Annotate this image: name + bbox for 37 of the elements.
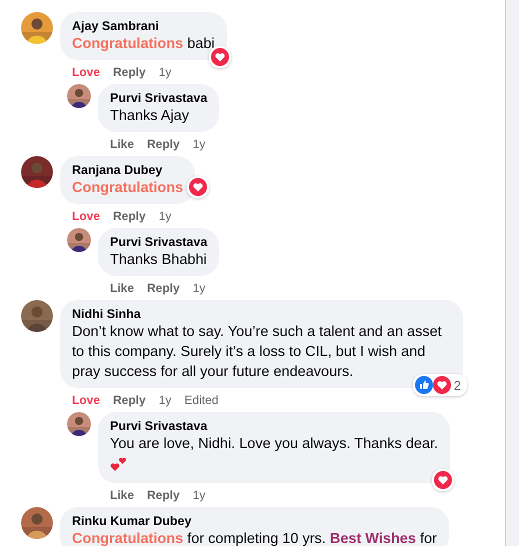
reply-link[interactable]: Reply: [147, 487, 180, 503]
comment-text: Congratulations for completing 10 yrs. Best Wishes for: [72, 530, 437, 546]
comment-text: You are love, Nidhi. Love you always. Thanks dear.: [110, 435, 438, 454]
author-name: Purvi Srivastava: [110, 90, 208, 106]
author-name: Purvi Srivastava: [110, 234, 208, 250]
reaction-count: 2: [452, 378, 462, 392]
thumbs-up-icon: [414, 376, 433, 394]
author-name: Ranjana Dubey: [72, 162, 164, 178]
comment-text: Thanks Ajay: [110, 107, 190, 126]
timestamp: 1y: [192, 487, 206, 503]
author-name: Rinku Kumar Dubey: [72, 513, 192, 529]
comment-text: Congratulations babi: [72, 35, 215, 54]
react-link[interactable]: Like: [110, 280, 134, 296]
react-link[interactable]: Love: [72, 392, 100, 408]
timestamp: 1y: [158, 64, 172, 80]
react-link[interactable]: Love: [72, 208, 100, 224]
reply-link[interactable]: Reply: [113, 208, 146, 224]
reply-link[interactable]: Reply: [113, 392, 146, 408]
comment-text: Congratulations: [72, 179, 184, 198]
timestamp: 1y: [158, 392, 172, 408]
reaction-badge[interactable]: [187, 176, 210, 198]
reply-link[interactable]: Reply: [147, 136, 180, 152]
author-name: Purvi Srivastava: [110, 418, 208, 434]
react-link[interactable]: Like: [110, 487, 134, 503]
reply-link[interactable]: Reply: [113, 64, 146, 80]
timestamp: 1y: [192, 280, 206, 296]
reaction-badge[interactable]: 2: [412, 374, 467, 396]
timestamp: 1y: [192, 136, 206, 152]
comment-text: Thanks Bhabhi: [110, 251, 208, 270]
timestamp: Edited: [184, 392, 218, 408]
reply-link[interactable]: Reply: [147, 280, 180, 296]
author-name: Ajay Sambrani: [72, 18, 160, 34]
react-link[interactable]: Like: [110, 136, 134, 152]
reaction-badge[interactable]: [432, 469, 454, 491]
timestamp: 1y: [158, 208, 172, 224]
react-link[interactable]: Love: [72, 64, 100, 80]
author-name: Nidhi Sinha: [72, 306, 142, 322]
